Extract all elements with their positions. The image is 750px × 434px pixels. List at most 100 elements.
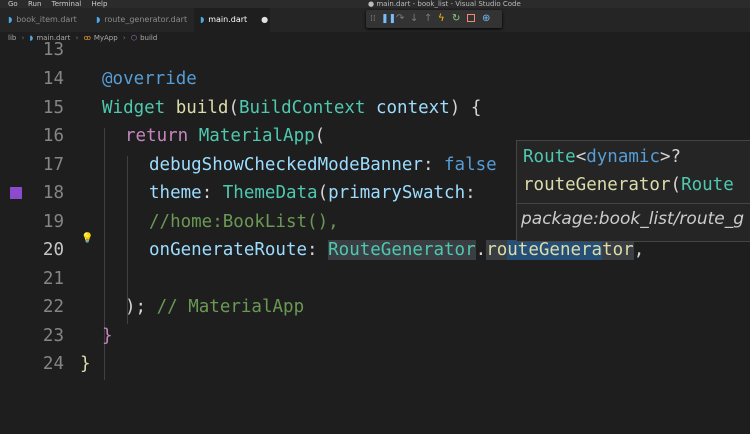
code-line-14: @override bbox=[102, 65, 197, 93]
type-token: Route bbox=[523, 147, 576, 167]
tab-route-generator[interactable]: ◗ route_generator.dart bbox=[96, 8, 194, 32]
line-number: 21 bbox=[42, 269, 64, 289]
menu-run[interactable]: Run bbox=[28, 0, 41, 8]
method-token-a: ro bbox=[486, 240, 508, 260]
class-token-highlighted: RouteGenerator bbox=[328, 240, 476, 260]
function-token: routeGenerator bbox=[523, 175, 671, 195]
step-over-icon[interactable]: ↷ bbox=[396, 12, 404, 26]
punct-token: ); bbox=[125, 297, 147, 317]
type-token: BuildContext bbox=[239, 98, 366, 118]
stop-icon[interactable] bbox=[467, 14, 475, 22]
property-token: debugShowCheckedModeBanner bbox=[149, 155, 423, 175]
breadcrumb-class[interactable]: MyApp bbox=[94, 34, 118, 42]
chevron-right-icon: › bbox=[122, 34, 126, 42]
keyword-token: return bbox=[125, 126, 189, 146]
menu-bar: Go Run Terminal Help ● main.dart - book_… bbox=[0, 0, 750, 8]
hot-reload-icon[interactable]: ϟ bbox=[438, 12, 445, 26]
lightbulb-icon[interactable]: 💡 bbox=[81, 233, 93, 244]
function-token: build bbox=[175, 98, 229, 118]
comment-token: //home:BookList(), bbox=[149, 212, 339, 232]
property-token: primarySwatch bbox=[328, 183, 466, 203]
punct-token: >? bbox=[660, 147, 682, 167]
line-number: 13 bbox=[42, 40, 64, 60]
debug-marker[interactable] bbox=[10, 187, 22, 199]
punct-token: < bbox=[575, 147, 587, 167]
breadcrumb-folder[interactable]: lib bbox=[8, 34, 16, 42]
line-number: 19 bbox=[42, 212, 64, 232]
inspect-widget-icon[interactable]: ⊕ bbox=[482, 12, 490, 26]
comment-token: // MaterialApp bbox=[146, 297, 305, 317]
hover-divider bbox=[517, 203, 750, 204]
punct-token: : bbox=[422, 155, 445, 175]
code-line-19: //home:BookList(), bbox=[149, 208, 339, 236]
dart-file-icon: ◗ bbox=[96, 15, 101, 24]
breadcrumb-method[interactable]: build bbox=[140, 34, 157, 42]
dart-file-icon: ◗ bbox=[8, 15, 13, 24]
class-token: MaterialApp bbox=[198, 126, 315, 146]
line-number: 24 bbox=[42, 354, 64, 374]
method-token-c: tor bbox=[602, 240, 634, 260]
menu-terminal[interactable]: Terminal bbox=[52, 0, 82, 8]
code-line-22: ); // MaterialApp bbox=[125, 293, 304, 321]
line-number: 22 bbox=[42, 297, 64, 317]
hover-signature-type: Route<dynamic>? bbox=[523, 143, 681, 171]
code-line-16: return MaterialApp( bbox=[125, 122, 325, 150]
param-token: context bbox=[375, 98, 450, 118]
line-number: 15 bbox=[42, 98, 64, 118]
code-editor[interactable]: 💡 13 14 15 16 17 18 19 20 21 22 23 24 @o… bbox=[0, 40, 750, 434]
chevron-right-icon: › bbox=[21, 34, 25, 42]
dart-file-icon: ◗ bbox=[200, 15, 205, 24]
tab-label: main.dart bbox=[208, 15, 248, 24]
punct-token: ( bbox=[314, 126, 326, 146]
menu-help[interactable]: Help bbox=[91, 0, 107, 8]
type-token: Widget bbox=[102, 98, 166, 118]
method-token-selected: uteGenera bbox=[507, 240, 603, 260]
punct-token: ( bbox=[228, 98, 239, 118]
step-into-icon[interactable]: ↓ bbox=[410, 12, 418, 26]
punct-token: : bbox=[465, 183, 487, 203]
chevron-right-icon: › bbox=[75, 34, 79, 42]
drag-grip-icon[interactable]: ⁞⁞ bbox=[370, 12, 376, 26]
tab-book-item[interactable]: ◗ book_item.dart bbox=[8, 8, 96, 32]
debug-toolbar: ⁞⁞ ❚❚ ↷ ↓ ↑ ϟ ↻ ⊕ bbox=[366, 10, 502, 28]
line-number-current: 20 bbox=[42, 240, 64, 260]
hover-package-path: package:book_list/route_g bbox=[521, 209, 745, 229]
line-number: 14 bbox=[42, 69, 64, 89]
property-token: onGenerateRoute bbox=[149, 240, 308, 260]
hover-signature-name: routeGenerator(Route bbox=[523, 171, 734, 199]
unsaved-dot-icon[interactable]: ● bbox=[261, 15, 268, 24]
punct-token: ( bbox=[317, 183, 329, 203]
bool-token: false bbox=[444, 155, 497, 175]
code-line-24: } bbox=[80, 350, 91, 378]
line-number: 18 bbox=[42, 183, 64, 203]
type-token: Route bbox=[681, 175, 734, 195]
line-number: 16 bbox=[42, 126, 64, 146]
menu-go[interactable]: Go bbox=[8, 0, 18, 8]
punct-token: , bbox=[633, 240, 645, 260]
code-line-18: theme: ThemeData(primarySwatch: bbox=[149, 179, 486, 207]
hover-tooltip: Route<dynamic>? routeGenerator(Route pac… bbox=[516, 140, 750, 242]
property-token: theme bbox=[149, 183, 202, 203]
tab-label: route_generator.dart bbox=[104, 15, 188, 24]
punct-token: ( bbox=[670, 175, 682, 195]
restart-icon[interactable]: ↻ bbox=[452, 12, 460, 26]
punct-token: ) { bbox=[449, 98, 482, 118]
method-icon: ⬡ bbox=[130, 34, 138, 42]
line-number: 17 bbox=[42, 155, 64, 175]
generic-token: dynamic bbox=[586, 147, 660, 167]
code-line-17: debugShowCheckedModeBanner: false bbox=[149, 151, 497, 179]
brace-token: } bbox=[80, 354, 91, 374]
annotation-token: @override bbox=[102, 69, 197, 89]
tab-label: book_item.dart bbox=[16, 15, 77, 24]
tab-main[interactable]: ◗ main.dart ● bbox=[194, 8, 270, 32]
code-line-15: Widget build(BuildContext context) { bbox=[102, 94, 481, 122]
breadcrumb: lib › ◗ main.dart › ꝏ MyApp › ⬡ build bbox=[0, 32, 750, 44]
code-line-23: } bbox=[102, 322, 113, 350]
line-number: 23 bbox=[42, 326, 64, 346]
class-token: ThemeData bbox=[222, 183, 318, 203]
step-out-icon[interactable]: ↑ bbox=[424, 12, 432, 26]
punct-token: : bbox=[307, 240, 329, 260]
pause-icon[interactable]: ❚❚ bbox=[381, 12, 396, 26]
punct-token: : bbox=[201, 183, 223, 203]
class-icon: ꝏ bbox=[83, 34, 91, 42]
